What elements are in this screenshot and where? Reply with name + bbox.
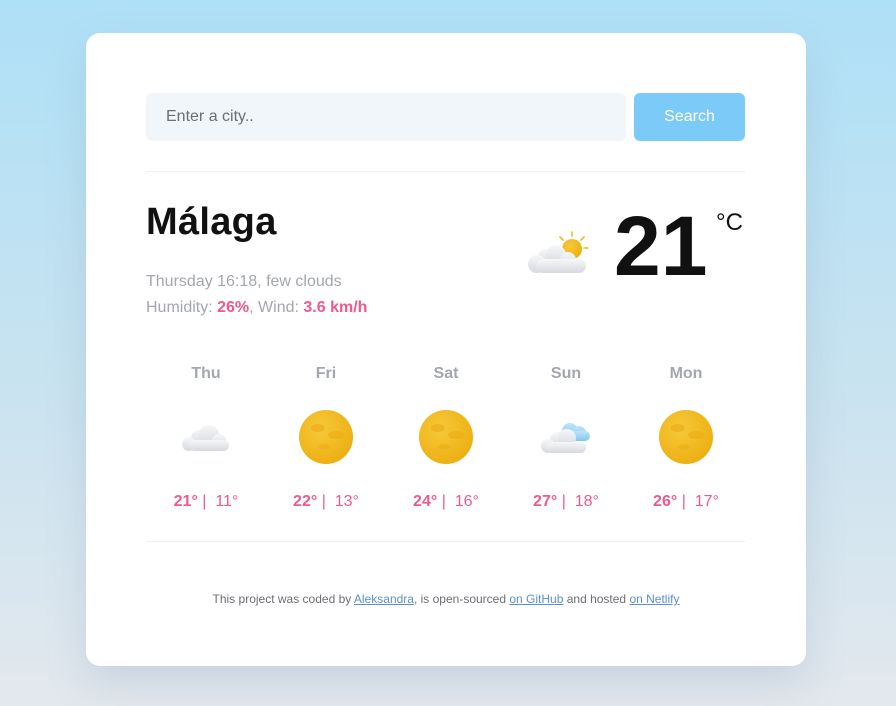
footer: This project was coded by Aleksandra, is…: [86, 592, 806, 606]
forecast-min: 11°: [215, 493, 239, 510]
footer-text: and hosted: [563, 592, 630, 606]
forecast-min: 17°: [694, 493, 719, 510]
datetime-description: Thursday 16:18, few clouds: [146, 273, 342, 290]
forecast-min: 18°: [574, 493, 599, 510]
forecast-separator: |: [197, 493, 216, 510]
temperature-unit: °C: [716, 209, 743, 236]
city-name: Málaga: [146, 201, 277, 243]
forecast-day: Mon 26° | 17°: [626, 363, 746, 523]
forecast-max: 21°: [173, 493, 198, 510]
forecast-temps: 24° | 16°: [386, 493, 506, 511]
forecast-max: 27°: [533, 493, 558, 510]
forecast-max: 26°: [653, 493, 678, 510]
forecast-separator: |: [317, 493, 335, 510]
search-button[interactable]: Search: [634, 93, 745, 141]
wind-label: , Wind:: [249, 299, 304, 316]
forecast-day: Sat 24° | 16°: [386, 363, 506, 523]
github-link[interactable]: on GitHub: [509, 592, 563, 606]
search-form: Search: [146, 93, 745, 141]
forecast-min: 13°: [334, 493, 359, 510]
forecast-separator: |: [557, 493, 575, 510]
humidity-wind: Humidity: 26%, Wind: 3.6 km/h: [146, 295, 367, 321]
few-clouds-icon: [526, 229, 596, 279]
forecast-separator: |: [677, 493, 695, 510]
forecast-day: Fri 22° | 13°: [266, 363, 386, 523]
current-temperature: 21: [614, 199, 708, 293]
forecast-day-name: Mon: [669, 365, 703, 382]
forecast-day: Sun 27° | 18°: [506, 363, 626, 523]
current-details: Thursday 16:18, few clouds Humidity: 26%…: [146, 269, 367, 321]
sun-icon: [296, 407, 356, 467]
clouds-icon: [536, 407, 596, 467]
city-search-input[interactable]: [146, 93, 626, 141]
humidity-label: Humidity:: [146, 299, 218, 316]
forecast-day-name: Sun: [550, 365, 582, 382]
forecast-temps: 22° | 13°: [266, 493, 386, 511]
cloud-icon: [176, 407, 236, 467]
forecast-temps: 26° | 17°: [626, 493, 746, 511]
forecast-day-name: Thu: [191, 365, 221, 382]
forecast: Thu 21° | 11° Fri 22° | 13° Sat 24° | 16…: [146, 363, 746, 523]
wind-value: 3.6 km/h: [303, 299, 368, 316]
footer-text: , is open-sourced: [413, 592, 510, 606]
author-link[interactable]: Aleksandra: [354, 592, 414, 606]
forecast-day-name: Sat: [433, 365, 459, 382]
forecast-separator: |: [437, 493, 455, 510]
forecast-day: Thu 21° | 11°: [146, 363, 266, 523]
forecast-max: 22°: [293, 493, 318, 510]
sun-icon: [656, 407, 716, 467]
divider: [146, 541, 745, 542]
forecast-min: 16°: [454, 493, 479, 510]
netlify-link[interactable]: on Netlify: [629, 592, 679, 606]
sun-icon: [416, 407, 476, 467]
weather-card: Search Málaga Thursday 16:18, few clouds…: [86, 33, 806, 666]
forecast-max: 24°: [413, 493, 438, 510]
forecast-temps: 21° | 11°: [146, 493, 266, 511]
footer-text: This project was coded by: [212, 592, 354, 606]
forecast-temps: 27° | 18°: [506, 493, 626, 511]
divider: [146, 171, 745, 172]
humidity-value: 26%: [217, 299, 250, 316]
forecast-day-name: Fri: [315, 365, 337, 382]
